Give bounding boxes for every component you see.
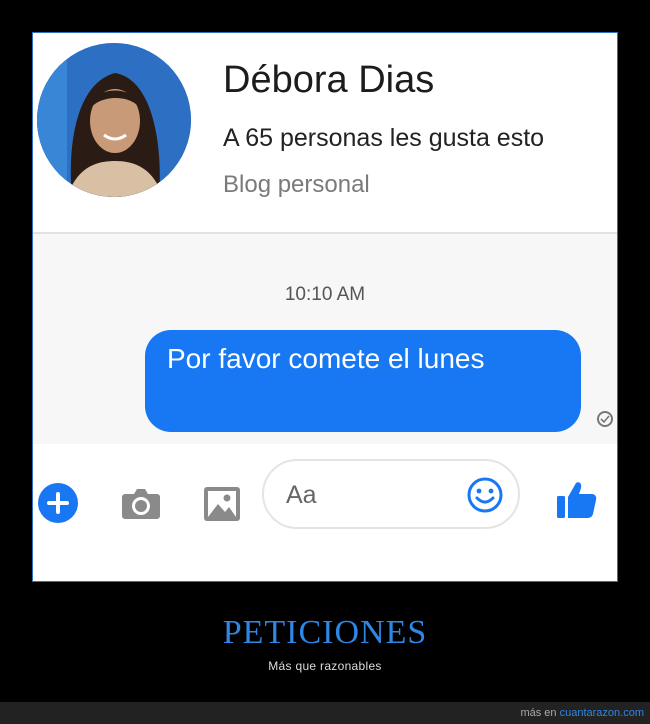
message-composer-bar: Aa: [33, 444, 617, 581]
thumbs-up-icon[interactable]: [555, 478, 599, 527]
profile-likes: A 65 personas les gusta esto: [223, 124, 545, 152]
site-link[interactable]: cuantarazon.com: [560, 707, 644, 719]
sent-message-bubble[interactable]: Por favor comete el lunes: [145, 330, 581, 432]
credit-prefix: más en: [520, 707, 557, 719]
profile-name[interactable]: Débora Dias: [223, 59, 434, 102]
avatar-photo: [37, 43, 191, 197]
profile-avatar[interactable]: [37, 43, 191, 197]
plus-icon[interactable]: [38, 483, 78, 523]
meme-subtitle: Más que razonables: [268, 659, 382, 673]
image-icon[interactable]: [203, 486, 241, 527]
profile-category: Blog personal: [223, 171, 370, 198]
site-footer: más en cuantarazon.com: [0, 702, 650, 724]
message-text: Por favor comete el lunes: [167, 343, 485, 374]
site-credit: más en cuantarazon.com: [520, 707, 644, 719]
message-thread: 10:10 AM Por favor comete el lunes: [33, 234, 617, 444]
message-input-placeholder: Aa: [286, 481, 317, 509]
message-timestamp: 10:10 AM: [284, 284, 366, 305]
messenger-screenshot: Débora Dias A 65 personas les gusta esto…: [32, 32, 618, 582]
sent-check-icon: [597, 411, 613, 427]
meme-title: PETICIONES: [222, 614, 428, 651]
conversation-header: Débora Dias A 65 personas les gusta esto…: [33, 33, 617, 233]
emoji-icon[interactable]: [466, 476, 504, 519]
message-input[interactable]: Aa: [262, 459, 520, 529]
camera-icon[interactable]: [121, 486, 161, 525]
